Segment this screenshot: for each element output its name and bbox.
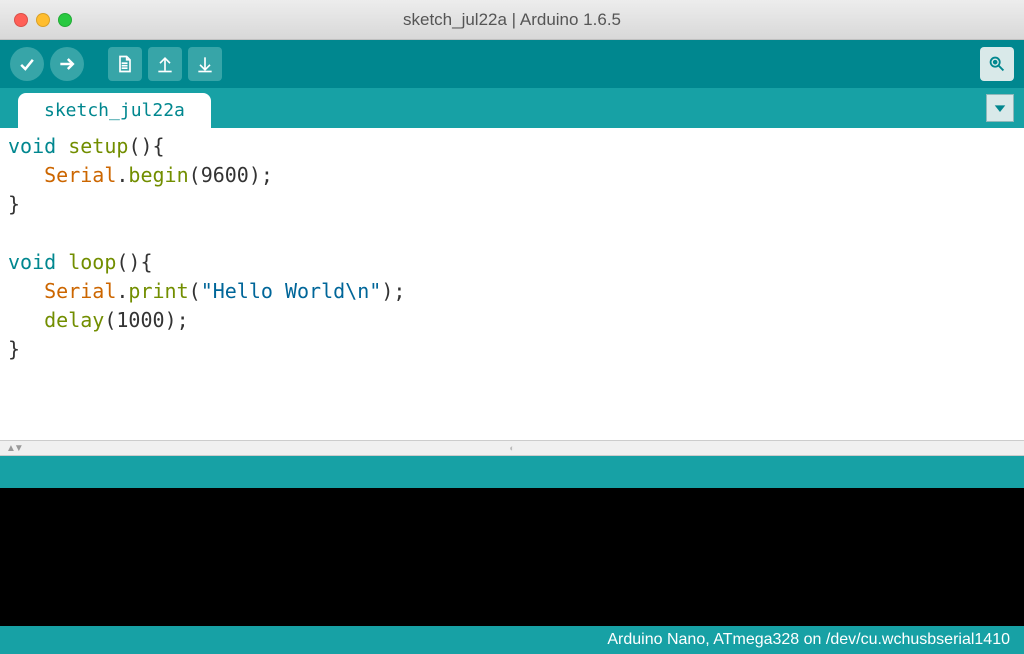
code-editor[interactable]: void setup(){ Serial.begin(9600); } void… xyxy=(0,128,1024,440)
output-console[interactable] xyxy=(0,488,1024,626)
tab-strip: sketch_jul22a xyxy=(0,88,1024,128)
status-bar: Arduino Nano, ATmega328 on /dev/cu.wchus… xyxy=(0,626,1024,654)
arrow-right-icon xyxy=(57,54,77,74)
resize-grip-icon: ◐ xyxy=(509,443,514,453)
collapse-arrows-icon: ▲▼ xyxy=(6,443,22,454)
window-titlebar: sketch_jul22a | Arduino 1.6.5 xyxy=(0,0,1024,40)
arrow-up-icon xyxy=(155,54,175,74)
save-sketch-button[interactable] xyxy=(188,47,222,81)
new-sketch-button[interactable] xyxy=(108,47,142,81)
minimize-window-button[interactable] xyxy=(36,13,50,27)
window-controls xyxy=(14,13,72,27)
serial-monitor-button[interactable] xyxy=(980,47,1014,81)
board-port-status: Arduino Nano, ATmega328 on /dev/cu.wchus… xyxy=(607,631,1010,649)
chevron-down-icon xyxy=(993,101,1007,115)
sketch-tab-label: sketch_jul22a xyxy=(44,100,185,121)
serial-monitor-icon xyxy=(986,53,1008,75)
message-bar xyxy=(0,456,1024,488)
toolbar xyxy=(0,40,1024,88)
window-title: sketch_jul22a | Arduino 1.6.5 xyxy=(0,10,1024,30)
upload-button[interactable] xyxy=(50,47,84,81)
tab-menu-button[interactable] xyxy=(986,94,1014,122)
file-icon xyxy=(115,54,135,74)
editor-console-divider[interactable]: ▲▼ ◐ xyxy=(0,440,1024,456)
verify-button[interactable] xyxy=(10,47,44,81)
check-icon xyxy=(17,54,37,74)
maximize-window-button[interactable] xyxy=(58,13,72,27)
close-window-button[interactable] xyxy=(14,13,28,27)
arrow-down-icon xyxy=(195,54,215,74)
sketch-tab[interactable]: sketch_jul22a xyxy=(18,93,211,128)
open-sketch-button[interactable] xyxy=(148,47,182,81)
